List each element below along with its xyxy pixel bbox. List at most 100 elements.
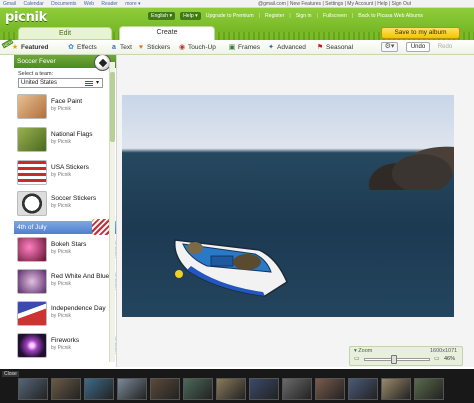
filmstrip-thumbnail[interactable]	[150, 378, 180, 400]
tab-advanced[interactable]: ✦ Advanced	[267, 42, 306, 53]
section-4th-of-july: 4th of July	[14, 219, 116, 235]
tab-effects-label: Effects	[77, 44, 97, 51]
filmstrip-thumbnail[interactable]	[117, 378, 147, 400]
star-icon: ★	[11, 43, 19, 51]
filmstrip-thumbnail[interactable]	[216, 378, 246, 400]
browser-link-documents[interactable]: Documents	[51, 1, 76, 7]
tab-text-label: Text	[120, 44, 132, 51]
flag-icon: ⚑	[316, 43, 324, 51]
browser-link-more[interactable]: more ▾	[125, 1, 140, 7]
scrollbar-thumb[interactable]	[110, 72, 115, 142]
list-item-usa-stickers[interactable]: USA Stickers by Picnik	[17, 158, 112, 187]
tab-create[interactable]: Create	[119, 26, 215, 40]
sidebar-scrollbar[interactable]	[109, 62, 115, 362]
effects-icon: ✿	[68, 43, 74, 51]
item-name: Face Paint	[51, 98, 83, 105]
list-item-bokeh-stars[interactable]: Bokeh Stars by Picnik premium	[17, 235, 116, 264]
item-name: Red White And Blue	[51, 273, 110, 280]
sticker-icon: ♥	[138, 43, 144, 51]
redo-button[interactable]: Redo	[433, 42, 457, 52]
list-item-national-flags[interactable]: National Flags by Picnik	[17, 125, 112, 154]
filmstrip-thumbnail[interactable]	[315, 378, 345, 400]
list-item-soccer-stickers[interactable]: Soccer Stickers by Picnik	[17, 189, 112, 218]
tab-touchup[interactable]: ◉ Touch-Up	[178, 42, 216, 53]
list-item-independence-day[interactable]: Independence Day by Picnik	[17, 299, 112, 328]
item-name: Fireworks	[51, 337, 80, 344]
item-name: Soccer Stickers	[51, 195, 97, 202]
browser-link-calendar[interactable]: Calendar	[23, 1, 43, 7]
item-author: by Picnik	[51, 203, 72, 209]
back-to-albums-link[interactable]: Back to Picasa Web Albums	[358, 13, 423, 19]
usa-stickers-thumbnail	[17, 160, 47, 185]
frame-icon: ▣	[228, 43, 236, 51]
filmstrip-thumbnail[interactable]	[84, 378, 114, 400]
language-menu[interactable]: English ▾	[148, 11, 176, 20]
item-name: Independence Day	[51, 305, 106, 312]
team-dropdown[interactable]: United States ▾	[18, 78, 103, 88]
zoom-in-icon[interactable]: ▭	[434, 355, 440, 362]
tab-effects[interactable]: ✿ Effects	[67, 42, 97, 53]
item-author: by Picnik	[51, 139, 72, 145]
us-flag-icon	[85, 81, 93, 86]
zoom-out-icon[interactable]: ▭	[354, 355, 360, 362]
tab-touchup-label: Touch-Up	[188, 44, 216, 51]
browser-link-web[interactable]: Web	[84, 1, 94, 7]
list-item-fireworks[interactable]: Fireworks by Picnik premium	[17, 331, 116, 360]
picnik-logo: picnik	[5, 10, 48, 25]
separator: |	[289, 12, 291, 19]
rocks-shape	[362, 135, 454, 190]
undo-button[interactable]: Undo	[406, 42, 430, 52]
tab-seasonal-label: Seasonal	[326, 44, 354, 51]
item-author: by Picnik	[51, 106, 72, 112]
image-dimensions: 1600x1071	[430, 348, 458, 354]
tab-frames[interactable]: ▣ Frames	[228, 42, 260, 53]
top-links: English ▾ Help ▾ Upgrade to Premium | Re…	[148, 11, 423, 20]
filmstrip-thumbnail[interactable]	[249, 378, 279, 400]
browser-links: Gmail Calendar Documents Web Reader more…	[3, 1, 147, 7]
create-toolbar: NEW ★ Featured ✿ Effects a Text ♥ Sticke…	[0, 38, 474, 55]
filmstrip-thumbnail[interactable]	[51, 378, 81, 400]
separator: |	[316, 12, 318, 19]
help-menu[interactable]: Help ▾	[180, 11, 201, 20]
list-item-face-paint[interactable]: Face Paint by Picnik	[17, 92, 112, 121]
tab-stickers[interactable]: ♥ Stickers	[137, 42, 170, 53]
fullscreen-link[interactable]: Fullscreen	[323, 13, 347, 19]
separator: |	[351, 12, 354, 19]
zoom-percent: 46%	[444, 356, 456, 362]
tab-featured-label: Featured	[21, 44, 49, 51]
close-filmstrip-button[interactable]: Close	[2, 371, 19, 377]
item-name: USA Stickers	[51, 164, 89, 171]
item-author: by Picnik	[51, 313, 72, 319]
photo-preview[interactable]	[122, 95, 454, 317]
filmstrip-thumbnail[interactable]	[348, 378, 378, 400]
filmstrip-thumbnail[interactable]	[414, 378, 444, 400]
tab-featured[interactable]: ★ Featured	[11, 42, 49, 53]
register-link[interactable]: Register	[265, 13, 284, 19]
text-icon: a	[112, 43, 116, 51]
national-flags-thumbnail	[17, 127, 47, 152]
browser-link-reader[interactable]: Reader	[101, 1, 117, 7]
item-author: by Picnik	[51, 281, 72, 287]
filmstrip-thumbnail[interactable]	[18, 378, 48, 400]
save-to-album-button[interactable]: Save to my album	[381, 27, 460, 39]
tab-frames-label: Frames	[238, 44, 261, 51]
account-links[interactable]: @gmail.com | New Features | Settings | M…	[258, 1, 411, 7]
filmstrip-thumbnail[interactable]	[381, 378, 411, 400]
list-item-red-white-and-blue[interactable]: Red White And Blue by Picnik premium	[17, 267, 116, 296]
upgrade-link[interactable]: Upgrade to Premium	[206, 13, 254, 19]
separator: |	[258, 12, 261, 19]
boat-illustration	[174, 239, 288, 297]
team-dropdown-value: United States	[21, 80, 58, 86]
tab-text[interactable]: a Text	[110, 42, 132, 53]
zoom-slider-handle[interactable]	[391, 355, 397, 364]
tab-edit[interactable]: Edit	[18, 27, 112, 40]
settings-button[interactable]: ⚙▾	[381, 42, 398, 52]
zoom-slider-track[interactable]	[364, 358, 430, 361]
item-name: National Flags	[51, 131, 93, 138]
filmstrip-thumbnail[interactable]	[183, 378, 213, 400]
browser-link-gmail[interactable]: Gmail	[3, 1, 16, 7]
sign-in-link[interactable]: Sign in	[296, 13, 312, 19]
tab-seasonal[interactable]: ⚑ Seasonal	[316, 42, 353, 53]
zoom-panel: ▾ Zoom 1600x1071 ▭ ▭ 46%	[349, 346, 463, 366]
filmstrip-thumbnail[interactable]	[282, 378, 312, 400]
